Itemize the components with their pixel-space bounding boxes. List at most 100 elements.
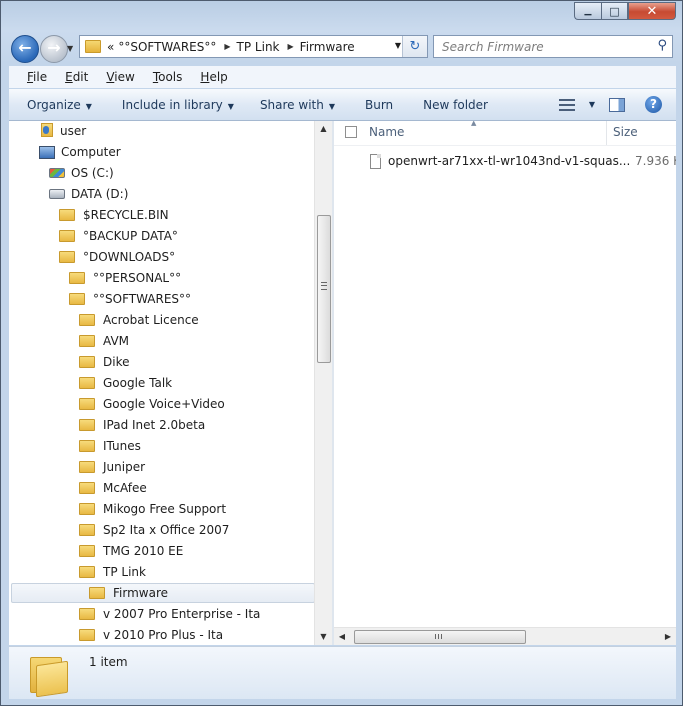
- maximize-button[interactable]: □: [601, 2, 628, 20]
- tree-item-label: °°SOFTWARES°°: [93, 292, 192, 306]
- tree-item-label: Juniper: [103, 460, 146, 474]
- help-icon[interactable]: ?: [645, 96, 662, 113]
- navigation-scrollbar[interactable]: ▲ ▼: [314, 121, 332, 645]
- tree-item-backup-data[interactable]: °BACKUP DATA°: [59, 226, 178, 246]
- tree-item-tmg-2010-ee[interactable]: TMG 2010 EE: [79, 541, 183, 561]
- search-input[interactable]: Search Firmware ⚲: [433, 35, 673, 58]
- os-drive-icon: [49, 168, 65, 178]
- menu-edit[interactable]: Edit: [65, 70, 88, 84]
- navigation-pane: user Computer OS (C:) DATA (D:) $RECYCLE.BIN…: [9, 121, 332, 645]
- select-all-checkbox[interactable]: [345, 126, 357, 138]
- sort-ascending-icon: ▲: [471, 121, 477, 127]
- burn-button[interactable]: Burn: [365, 98, 393, 112]
- folder-icon: [79, 398, 95, 410]
- folder-icon: [59, 230, 75, 242]
- horizontal-scroll-thumb[interactable]: [354, 630, 526, 644]
- column-name[interactable]: Name: [369, 125, 404, 139]
- back-arrow-icon: ←: [18, 38, 32, 57]
- tree-item-firmware[interactable]: Firmware: [11, 583, 315, 603]
- scroll-right-icon[interactable]: ▶: [660, 628, 676, 645]
- tree-item-itunes[interactable]: ITunes: [79, 436, 141, 456]
- maximize-icon: □: [609, 4, 620, 18]
- tree-item-v-2007-pro-enterprise-ita[interactable]: v 2007 Pro Enterprise - Ita: [79, 604, 260, 624]
- tree-item-label: AVM: [103, 334, 130, 348]
- scroll-left-icon[interactable]: ◀: [334, 628, 350, 645]
- forward-button[interactable]: →: [40, 35, 68, 63]
- file-name: openwrt-ar71xx-tl-wr1043nd-v1-squas...: [388, 154, 631, 168]
- menu-file[interactable]: File: [27, 70, 47, 84]
- change-view-icon[interactable]: [558, 98, 575, 111]
- tree-item-google-voice-video[interactable]: Google Voice+Video: [79, 394, 225, 414]
- tree-item-sp2-ita-x-office-2007[interactable]: Sp2 Ita x Office 2007: [79, 520, 229, 540]
- back-button[interactable]: ←: [11, 35, 39, 63]
- chevron-right-icon[interactable]: ▶: [288, 42, 294, 51]
- column-size[interactable]: Size: [613, 125, 638, 139]
- tree-item-personal[interactable]: °°PERSONAL°°: [69, 268, 181, 288]
- include-label: Include in library: [121, 97, 223, 112]
- refresh-button[interactable]: ↻: [402, 36, 427, 57]
- tree-item-mikogo-free-support[interactable]: Mikogo Free Support: [79, 499, 226, 519]
- tree-item-label: Sp2 Ita x Office 2007: [103, 523, 230, 537]
- tree-item-softwares[interactable]: °°SOFTWARES°°: [69, 289, 191, 309]
- tree-item-juniper[interactable]: Juniper: [79, 457, 145, 477]
- scroll-thumb[interactable]: [317, 215, 331, 363]
- preview-pane-icon[interactable]: [609, 97, 625, 112]
- tree-item-acrobat-licence[interactable]: Acrobat Licence: [79, 310, 199, 330]
- close-button[interactable]: ✕: [628, 2, 676, 20]
- share-with-button[interactable]: Share with ▼: [260, 98, 335, 112]
- tree-item-ipad-inet-2-0beta[interactable]: IPad Inet 2.0beta: [79, 415, 205, 435]
- folder-icon: [59, 251, 75, 263]
- chevron-right-icon[interactable]: ▶: [224, 42, 230, 51]
- tree-item-label: OS (C:): [71, 166, 114, 180]
- address-dropdown-icon[interactable]: ▼: [395, 41, 401, 50]
- menu-view[interactable]: View: [106, 70, 134, 84]
- breadcrumb-firmware[interactable]: Firmware: [300, 40, 355, 54]
- folder-icon: [79, 440, 95, 452]
- file-list-horizontal-scrollbar[interactable]: ◀ ▶: [334, 627, 676, 645]
- breadcrumb-softwares[interactable]: °°SOFTWARES°°: [118, 40, 216, 54]
- menu-help[interactable]: Help: [200, 70, 227, 84]
- share-label: Share with: [259, 97, 324, 112]
- scroll-down-icon[interactable]: ▼: [315, 629, 332, 645]
- folder-icon: [79, 356, 95, 368]
- tree-item-recycle-bin[interactable]: $RECYCLE.BIN: [59, 205, 169, 225]
- tree-item-os-c[interactable]: OS (C:): [49, 163, 114, 183]
- tree-item-label: °DOWNLOADS°: [83, 250, 176, 264]
- large-folder-icon: [30, 653, 68, 698]
- address-bar[interactable]: « °°SOFTWARES°° ▶ TP Link ▶ Firmware ▼ ↻: [79, 35, 428, 58]
- tree-item-avm[interactable]: AVM: [79, 331, 129, 351]
- tree-item-computer[interactable]: Computer: [39, 142, 121, 162]
- search-icon[interactable]: ⚲: [657, 38, 667, 53]
- tree-item-dike[interactable]: Dike: [79, 352, 129, 372]
- include-in-library-button[interactable]: Include in library ▼: [122, 98, 234, 112]
- minimize-button[interactable]: ▁: [574, 2, 601, 20]
- menu-tools[interactable]: Tools: [153, 70, 183, 84]
- tree-item-tp-link[interactable]: TP Link: [79, 562, 146, 582]
- tree-item-label: $RECYCLE.BIN: [83, 208, 169, 222]
- tree-item-label: IPad Inet 2.0beta: [103, 418, 206, 432]
- folder-icon: [79, 545, 95, 557]
- item-count: 1 item: [89, 655, 128, 669]
- breadcrumb-overflow[interactable]: «: [107, 40, 114, 54]
- computer-icon: [39, 145, 55, 159]
- recent-pages-dropdown[interactable]: ▼: [67, 44, 73, 53]
- tree-item-label: TMG 2010 EE: [103, 544, 184, 558]
- minimize-icon: ▁: [584, 6, 592, 16]
- file-list-pane: Name ▲ Size openwrt-ar71xx-tl-wr1043nd-v…: [334, 121, 676, 645]
- organize-label: Organize: [27, 97, 81, 112]
- tree-item-downloads[interactable]: °DOWNLOADS°: [59, 247, 175, 267]
- organize-button[interactable]: Organize ▼: [27, 98, 92, 112]
- view-dropdown-icon[interactable]: ▼: [589, 100, 595, 109]
- explorer-window: ▁ □ ✕ ← → ▼ « °°SOFTWARES°° ▶ TP Link ▶ …: [0, 0, 683, 706]
- breadcrumb-tp-link[interactable]: TP Link: [237, 40, 280, 54]
- column-separator[interactable]: [606, 121, 607, 145]
- tree-item-google-talk[interactable]: Google Talk: [79, 373, 172, 393]
- tree-item-v-2010-pro-plus-ita[interactable]: v 2010 Pro Plus - Ita: [79, 625, 223, 645]
- new-folder-button[interactable]: New folder: [423, 98, 488, 112]
- file-row[interactable]: openwrt-ar71xx-tl-wr1043nd-v1-squas... 7…: [367, 152, 676, 172]
- tree-item-data-d[interactable]: DATA (D:): [49, 184, 128, 204]
- tree-item-user[interactable]: user: [39, 121, 86, 141]
- tree-item-mcafee[interactable]: McAfee: [79, 478, 147, 498]
- scroll-up-icon[interactable]: ▲: [315, 121, 332, 137]
- folder-icon: [79, 503, 95, 515]
